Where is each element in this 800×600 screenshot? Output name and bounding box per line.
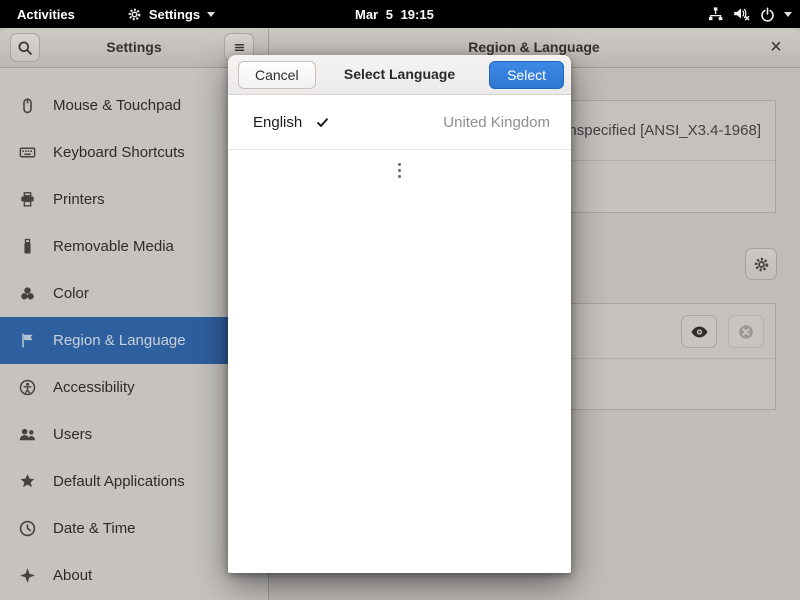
accessibility-icon — [19, 379, 36, 396]
mouse-icon — [19, 97, 36, 114]
sidebar-item-label: Removable Media — [53, 238, 174, 255]
clock[interactable]: Mar 5 19:15 — [355, 7, 434, 22]
sidebar-item-label: Mouse & Touchpad — [53, 97, 181, 114]
remove-button[interactable] — [728, 315, 764, 348]
usb-drive-icon — [19, 238, 36, 255]
gear-icon — [127, 7, 142, 22]
sidebar-item-label: Users — [53, 426, 92, 443]
chevron-down-icon — [207, 12, 215, 17]
sidebar-item-label: Default Applications — [53, 473, 185, 490]
flag-icon — [19, 332, 36, 349]
network-icon — [707, 6, 724, 22]
star-icon — [19, 473, 36, 490]
chevron-down-icon — [784, 12, 792, 17]
sparkle-icon — [19, 567, 36, 584]
gear-icon — [753, 256, 770, 273]
hamburger-icon — [232, 40, 247, 55]
sidebar-item-label: Accessibility — [53, 379, 135, 396]
sidebar-item-label: Region & Language — [53, 332, 186, 349]
select-language-dialog: Cancel Select Language Select English Un… — [228, 55, 571, 573]
sidebar-item-label: About — [53, 567, 92, 584]
language-region: United Kingdom — [443, 114, 550, 131]
language-list-row-english[interactable]: English United Kingdom — [228, 95, 571, 150]
volume-muted-icon — [733, 6, 751, 22]
sidebar-item-label: Keyboard Shortcuts — [53, 144, 185, 161]
clock-icon — [19, 520, 36, 537]
users-icon — [19, 426, 36, 443]
window-close-button[interactable]: × — [763, 32, 789, 62]
eye-icon — [690, 324, 709, 340]
top-bar: Activities Settings Mar 5 19:15 — [0, 0, 800, 28]
app-menu-label: Settings — [149, 7, 200, 22]
more-items-ellipsis-icon — [228, 163, 571, 178]
sidebar-item-label: Printers — [53, 191, 105, 208]
select-button[interactable]: Select — [489, 61, 564, 89]
sidebar-item-label: Date & Time — [53, 520, 136, 537]
language-value: Unspecified [ANSI_X3.4-1968] — [558, 101, 761, 160]
printer-icon — [19, 191, 36, 208]
color-circles-icon — [19, 285, 36, 302]
keyboard-icon — [19, 144, 36, 161]
system-status-area[interactable] — [707, 6, 792, 22]
activities-button[interactable]: Activities — [13, 7, 79, 22]
sidebar-item-label: Color — [53, 285, 89, 302]
close-circle-icon — [737, 323, 755, 341]
checkmark-icon — [316, 116, 329, 129]
preview-button[interactable] — [681, 315, 717, 348]
dialog-header: Cancel Select Language Select — [228, 55, 571, 95]
language-name: English — [253, 114, 302, 131]
gear-button[interactable] — [745, 248, 777, 280]
app-menu-button[interactable]: Settings — [127, 7, 215, 22]
power-icon — [760, 7, 775, 22]
cancel-button[interactable]: Cancel — [238, 61, 316, 89]
